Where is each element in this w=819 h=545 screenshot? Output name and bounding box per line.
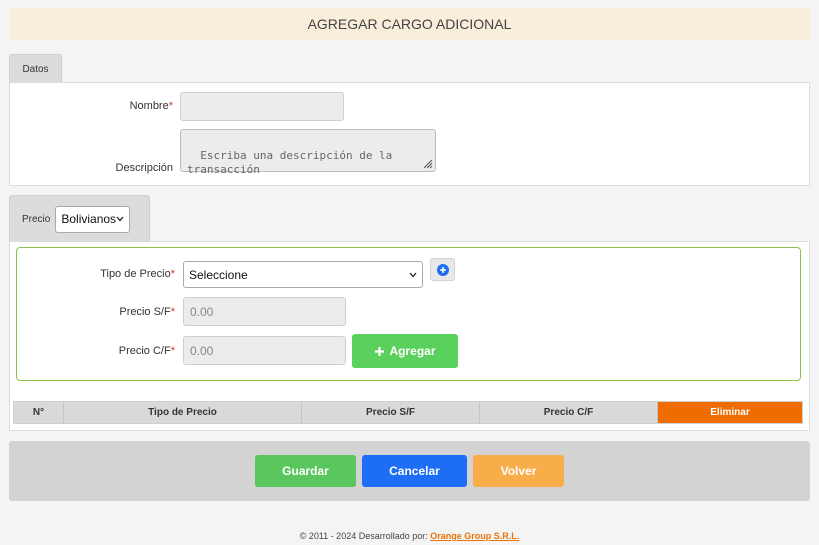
- tab-datos[interactable]: Datos: [9, 54, 62, 83]
- column-header-precio-sf: Precio S/F: [302, 402, 480, 423]
- plus-icon: [375, 346, 385, 356]
- required-mark: *: [168, 100, 173, 112]
- copyright-text: © 2011 - 2024 Desarrollado por:: [299, 531, 428, 541]
- tab-datos-label: Datos: [22, 63, 49, 75]
- tab-precio[interactable]: Precio Bolivianos: [9, 195, 150, 242]
- currency-select[interactable]: Bolivianos: [55, 205, 131, 233]
- company-link[interactable]: Orange Group S.R.L.: [430, 531, 519, 541]
- plus-circle-icon: [436, 263, 449, 276]
- nombre-input[interactable]: [180, 92, 344, 121]
- chevron-down-icon: [409, 272, 417, 277]
- page-title-bar: AGREGAR CARGO ADICIONAL: [9, 8, 810, 40]
- resize-grip-icon[interactable]: [423, 159, 433, 169]
- precio-sf-input[interactable]: 0.00: [183, 297, 346, 326]
- tipo-precio-label: Tipo de Precio*: [100, 268, 175, 280]
- column-header-eliminar: Eliminar: [658, 402, 802, 423]
- tipo-precio-select[interactable]: Seleccione: [183, 261, 423, 288]
- descripcion-label: Descripción: [115, 162, 173, 174]
- chevron-down-icon: [116, 216, 124, 222]
- copyright-footer: © 2011 - 2024 Desarrollado por: Orange G…: [0, 531, 819, 541]
- precios-table-header: N° Tipo de Precio Precio S/F Precio C/F …: [13, 401, 803, 424]
- tab-precio-label: Precio: [22, 213, 51, 225]
- volver-button[interactable]: Volver: [473, 455, 564, 487]
- page-title: AGREGAR CARGO ADICIONAL: [307, 16, 512, 32]
- descripcion-textarea[interactable]: Escriba una descripción de la transacció…: [180, 129, 436, 176]
- precio-cf-label: Precio C/F*: [118, 345, 175, 357]
- precio-sf-label: Precio S/F*: [119, 306, 175, 318]
- agregar-button[interactable]: Agregar: [352, 334, 458, 368]
- guardar-button[interactable]: Guardar: [255, 455, 356, 487]
- column-header-tipo-precio: Tipo de Precio: [64, 402, 302, 423]
- cancelar-button[interactable]: Cancelar: [362, 455, 467, 487]
- nombre-label: Nombre*: [129, 100, 173, 112]
- precio-cf-input[interactable]: 0.00: [183, 336, 346, 365]
- column-header-numero: N°: [14, 402, 64, 423]
- add-tipo-precio-button[interactable]: [430, 258, 455, 281]
- column-header-precio-cf: Precio C/F: [480, 402, 658, 423]
